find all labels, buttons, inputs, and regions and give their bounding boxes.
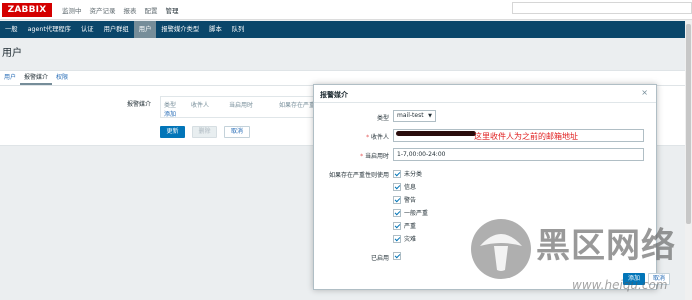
watermark-text: 黑区网络 [536,226,676,266]
checkbox[interactable] [393,221,401,230]
search-input[interactable] [512,2,692,14]
watermark-url: www.heiqu.com [572,278,668,292]
severity-not-classified[interactable]: 未分类 [393,169,422,178]
when-active-input[interactable]: 1-7,00:00-24:00 [393,148,644,161]
checkbox[interactable] [393,252,401,260]
subnav-user-groups[interactable]: 用户群组 [99,21,134,38]
update-button[interactable]: 更新 [160,126,185,138]
tab-permissions[interactable]: 权限 [52,71,72,85]
sub-nav: 一般 agent代理程序 认证 用户群组 用户 报警媒介类型 脚本 队列 [0,21,692,38]
cancel-button[interactable]: 取消 [224,126,250,138]
redacted-email [396,131,476,136]
dialog-title: 报警媒介 [320,91,348,99]
subnav-general[interactable]: 一般 [0,21,23,38]
subnav-authentication[interactable]: 认证 [76,21,99,38]
top-nav: 监测中 资产记录 报表 配置 管理 [62,0,187,20]
top-header: ZABBIX 监测中 资产记录 报表 配置 管理 [0,0,692,20]
nav-reports[interactable]: 报表 [124,5,137,15]
severity-information[interactable]: 信息 [393,182,416,191]
nav-administration[interactable]: 管理 [166,5,179,15]
add-media-link[interactable]: 添加 [164,109,176,118]
checkbox[interactable] [393,182,401,191]
nav-configuration[interactable]: 配置 [145,5,158,15]
scrollbar-thumb[interactable] [686,24,691,224]
severity-average[interactable]: 一般严重 [393,208,428,217]
type-select-value: mail-test [397,112,424,119]
chevron-down-icon: ▼ [428,113,432,119]
form-tabs: 用户 报警媒介 权限 [0,71,72,85]
enabled-label: 已启用 [370,255,389,262]
checkbox[interactable] [393,234,401,243]
delete-button: 删除 [192,126,217,138]
nav-inventory[interactable]: 资产记录 [90,5,116,15]
enabled-checkbox[interactable] [393,252,404,260]
subnav-media-types[interactable]: 报警媒介类型 [156,21,204,38]
subnav-queue[interactable]: 队列 [227,21,250,38]
scrollbar[interactable] [685,20,692,300]
checkbox[interactable] [393,169,401,178]
column-type: 类型 [164,102,177,109]
subnav-proxies[interactable]: agent代理程序 [23,21,76,38]
sendto-label: * 收件人 [366,134,389,141]
tab-media[interactable]: 报警媒介 [20,71,53,85]
annotation-text: 这里收件人为之前的邮箱地址 [474,132,578,141]
column-severity: 如果存在严重 [279,102,316,109]
media-label: 报警媒介 [127,101,152,108]
dialog-divider [314,102,656,103]
column-sendto: 收件人 [191,102,210,109]
media-table: 类型 收件人 当启用时 如果存在严重 添加 [160,96,320,118]
tab-user[interactable]: 用户 [0,71,20,85]
column-when-active: 当启用时 [229,102,254,109]
checkbox[interactable] [393,195,401,204]
when-active-label: * 当启用时 [360,153,389,160]
severity-disaster[interactable]: 灾难 [393,234,416,243]
page-title: 用户 [2,48,22,59]
severity-warning[interactable]: 警告 [393,195,416,204]
severity-label: 如果存在严重性则使用 [328,172,389,179]
subnav-users[interactable]: 用户 [133,21,157,38]
mushroom-logo-icon [471,219,531,279]
type-label: 类型 [376,115,389,122]
close-icon[interactable]: × [641,88,648,97]
nav-monitoring[interactable]: 监测中 [62,5,82,15]
watermark: 黑区网络 www.heiqu.com [468,212,678,300]
checkbox[interactable] [393,208,401,217]
zabbix-logo[interactable]: ZABBIX [2,3,52,17]
type-select[interactable]: mail-test ▼ [393,110,436,122]
subnav-scripts[interactable]: 脚本 [204,21,227,38]
severity-high[interactable]: 严重 [393,221,416,230]
